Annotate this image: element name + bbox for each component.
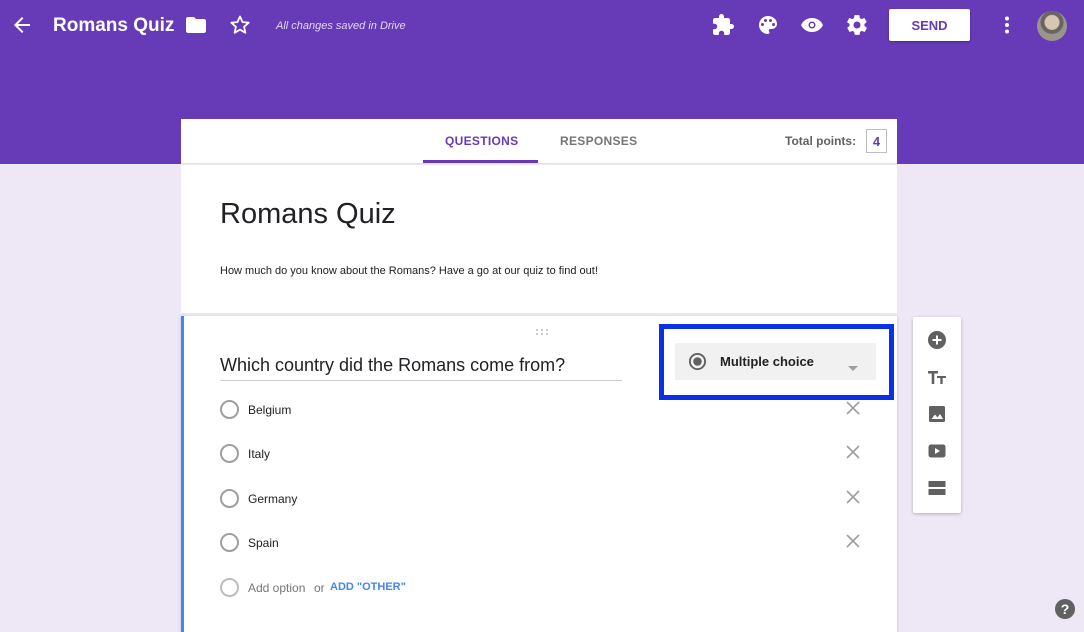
help-icon[interactable]: ? — [1055, 599, 1075, 619]
back-arrow-icon[interactable] — [10, 13, 34, 37]
drag-handle-icon[interactable] — [535, 323, 549, 335]
option-label[interactable]: Germany — [248, 492, 297, 506]
radio-outline-icon — [220, 533, 239, 552]
save-status: All changes saved in Drive — [276, 20, 406, 32]
send-button[interactable]: SEND — [889, 9, 970, 41]
option-row: Italy — [220, 444, 860, 464]
gear-icon[interactable] — [845, 13, 869, 37]
palette-icon[interactable] — [756, 13, 780, 37]
side-toolbar — [913, 317, 961, 513]
preview-eye-icon[interactable] — [800, 13, 824, 37]
add-question-icon[interactable] — [927, 330, 947, 350]
form-name[interactable]: Romans Quiz — [53, 14, 174, 38]
radio-outline-icon — [220, 444, 239, 463]
question-type-label: Multiple choice — [720, 354, 814, 369]
add-option-row: Add option or ADD "OTHER" — [220, 578, 520, 598]
radio-outline-icon — [220, 400, 239, 419]
radio-outline-icon — [220, 489, 239, 508]
option-label[interactable]: Italy — [248, 447, 270, 461]
account-avatar[interactable] — [1037, 11, 1067, 41]
add-option-link[interactable]: Add option — [248, 581, 305, 595]
close-icon[interactable] — [845, 533, 861, 549]
or-text: or — [314, 581, 325, 595]
folder-icon[interactable] — [184, 13, 208, 37]
option-label[interactable]: Spain — [248, 536, 279, 550]
form-header-card: Romans Quiz How much do you know about t… — [181, 165, 897, 313]
total-points-label: Total points: — [785, 134, 857, 148]
add-section-icon[interactable] — [927, 478, 947, 498]
form-title[interactable]: Romans Quiz — [220, 198, 396, 231]
option-row: Spain — [220, 533, 860, 553]
add-title-icon[interactable] — [927, 367, 947, 387]
close-icon[interactable] — [845, 489, 861, 505]
question-title-input[interactable]: Which country did the Romans come from? — [220, 355, 622, 381]
star-icon[interactable] — [228, 13, 252, 37]
option-row: Belgium — [220, 400, 860, 420]
form-description[interactable]: How much do you know about the Romans? H… — [220, 265, 598, 277]
add-other-link[interactable]: ADD "OTHER" — [330, 581, 406, 593]
question-type-dropdown[interactable]: Multiple choice — [675, 343, 876, 380]
question-card[interactable]: Which country did the Romans come from? … — [181, 316, 897, 632]
chevron-down-icon — [848, 358, 858, 376]
add-video-icon[interactable] — [927, 441, 947, 461]
add-image-icon[interactable] — [927, 404, 947, 424]
puzzle-icon[interactable] — [711, 13, 735, 37]
option-label[interactable]: Belgium — [248, 403, 291, 417]
radio-button-icon — [688, 352, 707, 371]
radio-outline-icon — [220, 578, 239, 597]
option-row: Germany — [220, 489, 860, 509]
tab-responses[interactable]: RESPONSES — [560, 134, 637, 148]
active-tab-indicator — [423, 160, 538, 163]
close-icon[interactable] — [845, 444, 861, 460]
close-icon[interactable] — [845, 400, 861, 416]
tabs-bar: QUESTIONS RESPONSES Total points: 4 — [181, 119, 897, 164]
total-points-value: 4 — [866, 129, 887, 153]
tab-questions[interactable]: QUESTIONS — [445, 134, 518, 148]
more-vert-icon[interactable] — [995, 13, 1019, 37]
